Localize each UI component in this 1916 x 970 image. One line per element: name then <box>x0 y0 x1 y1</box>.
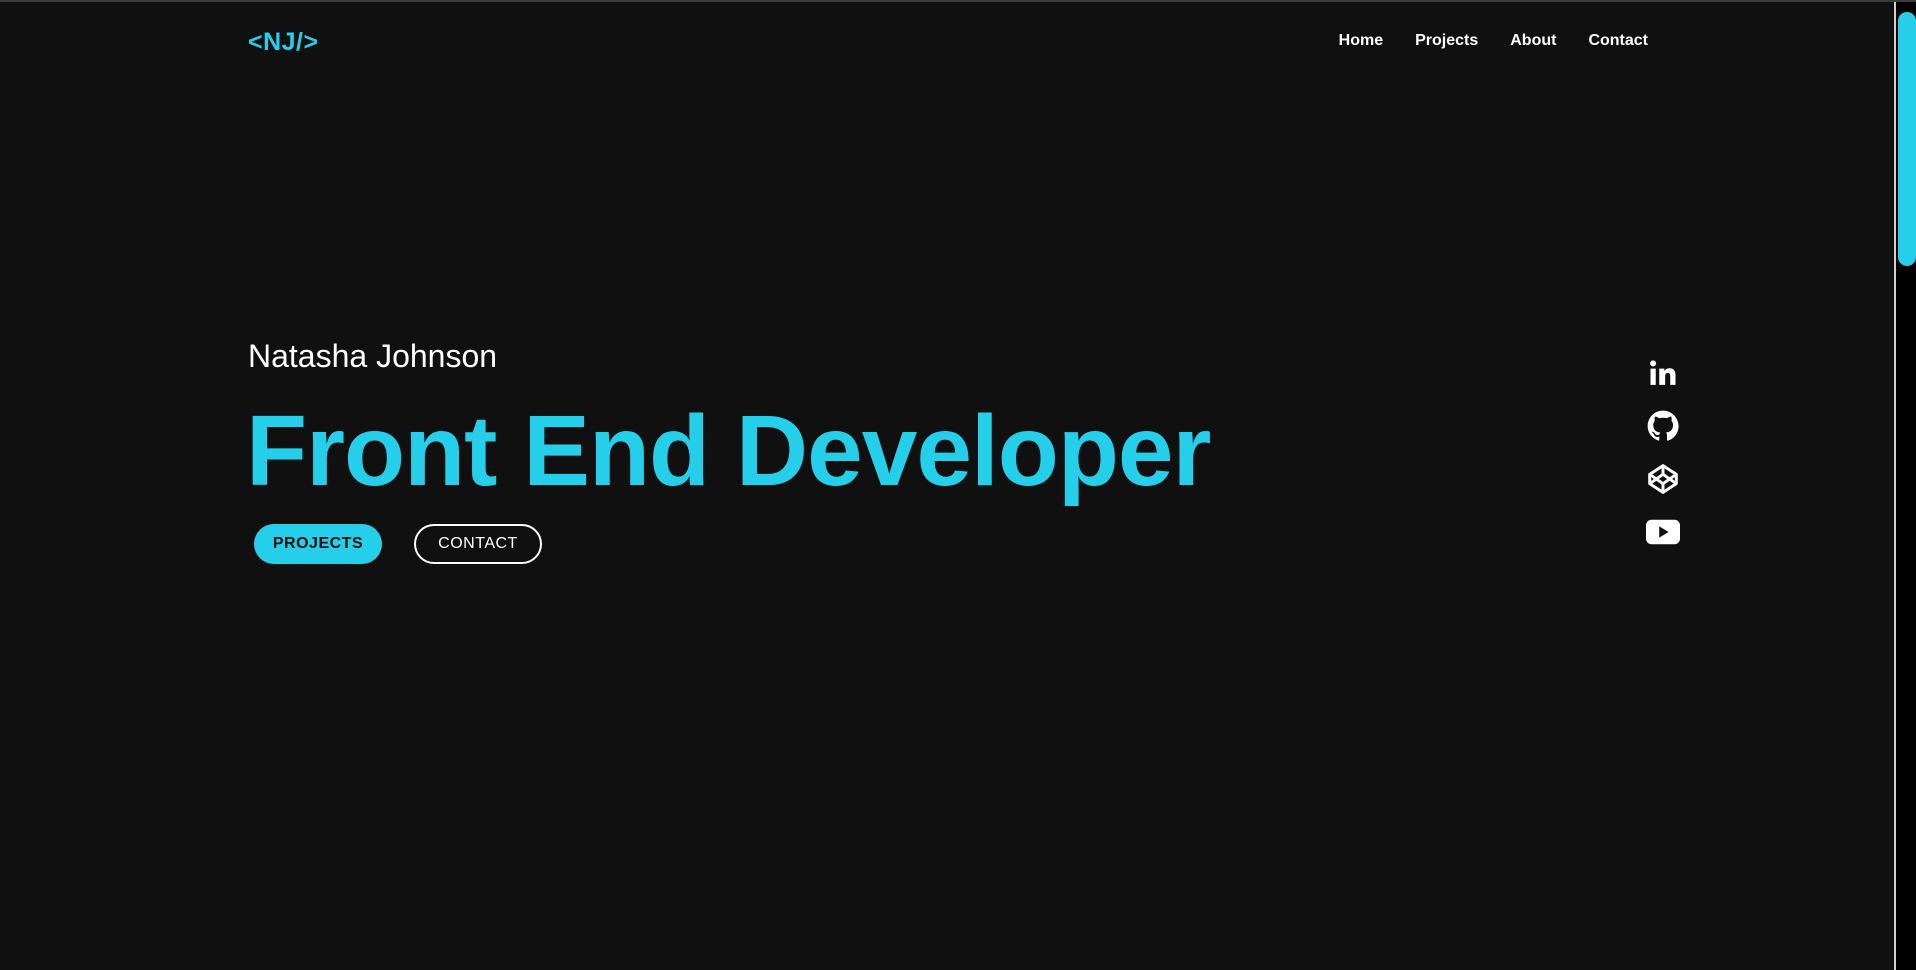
contact-button[interactable]: CONTACT <box>414 524 542 564</box>
nav-home-link[interactable]: Home <box>1339 32 1383 50</box>
hero-title: Front End Developer <box>246 395 1211 507</box>
linkedin-icon <box>1650 359 1676 385</box>
youtube-icon <box>1646 519 1680 544</box>
scrollbar-thumb[interactable] <box>1898 12 1916 266</box>
codepen-link[interactable] <box>1646 462 1680 495</box>
site-logo[interactable]: <NJ/> <box>248 28 319 57</box>
codepen-icon <box>1648 463 1678 494</box>
main-nav: Home Projects About Contact <box>1339 32 1648 50</box>
github-link[interactable] <box>1646 409 1680 442</box>
linkedin-link[interactable] <box>1646 356 1680 389</box>
github-icon <box>1647 410 1679 441</box>
nav-contact-link[interactable]: Contact <box>1588 32 1648 50</box>
nav-projects-link[interactable]: Projects <box>1415 32 1478 50</box>
nav-about-link[interactable]: About <box>1510 32 1556 50</box>
page: <NJ/> Home Projects About Contact Natash… <box>0 0 1916 970</box>
projects-button[interactable]: PROJECTS <box>254 524 382 564</box>
hero-name: Natasha Johnson <box>248 338 498 374</box>
youtube-link[interactable] <box>1646 515 1680 548</box>
page-scrollbar[interactable] <box>1894 2 1916 970</box>
social-links <box>1646 356 1680 548</box>
